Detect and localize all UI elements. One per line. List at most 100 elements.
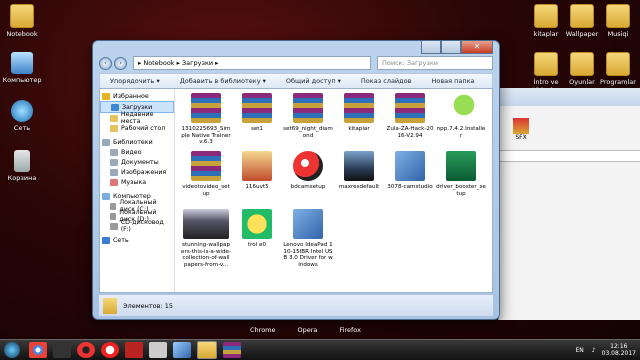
file-item[interactable]: stunning-wallpapers-this-is-a-wide-colle…	[181, 209, 231, 268]
nav-item[interactable]: Видео	[100, 147, 174, 157]
rar-icon	[242, 93, 272, 123]
share-button[interactable]: Общий доступ ▾	[276, 77, 351, 85]
nav-item-label: Изображения	[121, 168, 167, 176]
file-item[interactable]: Zula-ZA-Hack-2016-V2.94	[385, 93, 435, 139]
desktop-icon-network[interactable]: Сеть	[0, 100, 44, 132]
trash-icon	[14, 150, 30, 172]
file-item[interactable]: 116uvt5	[232, 151, 282, 191]
nav-item[interactable]: Музыка	[100, 177, 174, 187]
background-window-toolbar	[499, 88, 640, 106]
desktop-icon-notebook[interactable]: Notebook	[0, 4, 44, 38]
search-input[interactable]: Поиск: Загрузки	[377, 56, 493, 70]
folder-icon	[606, 4, 630, 28]
file-list: 1310225693_Simple Native Trainer v.6.3 se…	[175, 89, 492, 292]
file-name: maxresdefault	[338, 184, 380, 190]
file-item[interactable]: set1	[232, 93, 282, 133]
folder-icon	[570, 52, 594, 76]
forward-button[interactable]: ›	[114, 56, 127, 70]
chrome-icon[interactable]	[29, 342, 47, 358]
file-name: Zula-ZA-Hack-2016-V2.94	[386, 126, 434, 139]
desktop-icon-label: Notebook	[6, 30, 38, 38]
opera-shortcut[interactable]: Opera	[298, 326, 318, 334]
address-strip	[499, 150, 640, 162]
nav-item[interactable]: Рабочий стол	[100, 123, 174, 133]
nav-item[interactable]: Недавние места	[100, 111, 174, 125]
explorer-taskbar-icon[interactable]	[197, 341, 217, 359]
file-item[interactable]: 3078-camstudio	[385, 151, 435, 191]
explorer-window[interactable]: ✕ ‹ › ▸ Notebook ▸ Загрузки ▸ Поиск: Заг…	[92, 40, 500, 320]
file-name: set1	[250, 126, 264, 132]
desktop-icon-label: Oyunlar	[569, 78, 595, 86]
chrome-shortcut[interactable]: Chrome	[250, 326, 276, 334]
file-item[interactable]: driver_booster_setup	[436, 151, 486, 197]
desktop-icon-label: kitaplar	[533, 30, 559, 38]
minimize-button[interactable]	[421, 41, 441, 54]
address-path: ▸ Notebook ▸ Загрузки ▸	[138, 59, 219, 67]
address-row: ‹ › ▸ Notebook ▸ Загрузки ▸ Поиск: Загру…	[99, 56, 493, 70]
nav-item[interactable]: Документы	[100, 157, 174, 167]
desktop-icon-recycle-bin[interactable]: Корзина	[0, 150, 44, 182]
wallpaper-icon	[183, 209, 229, 239]
file-item[interactable]: trol e0	[232, 209, 282, 249]
nav-item[interactable]: Сеть	[100, 235, 174, 245]
rar-icon	[293, 93, 323, 123]
address-bar[interactable]: ▸ Notebook ▸ Загрузки ▸	[133, 56, 371, 70]
disk-icon	[110, 222, 118, 230]
sfx-item[interactable]: SFX	[509, 118, 533, 141]
slideshow-button[interactable]: Показ слайдов	[351, 77, 422, 85]
nav-item-label: Рабочий стол	[121, 124, 166, 132]
app-red-icon[interactable]	[125, 342, 143, 358]
file-name: 3078-camstudio	[387, 184, 433, 190]
file-item[interactable]: Lenovo IdeaPad 110-15IBR Intel USB 3.0 D…	[283, 209, 333, 268]
yandex-browser-icon[interactable]	[101, 342, 119, 358]
file-item[interactable]: maxresdefault	[334, 151, 384, 191]
nav-item-label: Видео	[121, 148, 142, 156]
nav-item[interactable]: Изображения	[100, 167, 174, 177]
back-button[interactable]: ‹	[99, 56, 112, 70]
lib-icon	[110, 148, 118, 156]
computer-icon	[11, 52, 33, 74]
file-item[interactable]: kitaplar	[334, 93, 384, 133]
app-blue-icon[interactable]	[173, 342, 191, 358]
start-button[interactable]	[4, 342, 20, 358]
nav-item[interactable]: CD-дисковод (F:)	[100, 219, 174, 233]
item-count: Элементов: 15	[123, 301, 173, 310]
desktop-shortcut-labels: Chrome Opera Firefox	[250, 326, 361, 334]
nav-item-label: Сеть	[113, 236, 129, 244]
language-indicator[interactable]: EN	[576, 347, 584, 354]
file-item[interactable]: bdcamsetup	[283, 151, 333, 191]
rar-icon	[344, 93, 374, 123]
maximize-button[interactable]	[441, 41, 461, 54]
file-item[interactable]: npp.7.4.2.Installer	[436, 93, 486, 139]
close-button[interactable]: ✕	[461, 41, 493, 54]
organize-button[interactable]: Упорядочить ▾	[100, 77, 170, 85]
background-window[interactable]: SFX	[498, 88, 640, 320]
calculator-icon[interactable]	[149, 342, 167, 358]
fol-icon	[110, 114, 118, 122]
winrar-icon[interactable]	[223, 342, 241, 358]
nav-item-label: CD-дисковод (F:)	[120, 219, 164, 233]
disk-icon	[110, 212, 117, 220]
file-item[interactable]: set69_night_diamond	[283, 93, 333, 139]
app-iv-icon[interactable]	[53, 342, 71, 358]
desktop-icon-computer[interactable]: Компьютер	[0, 52, 44, 84]
opera-icon[interactable]	[77, 342, 95, 358]
file-name: bdcamsetup	[290, 184, 326, 190]
new-folder-button[interactable]: Новая папка	[421, 77, 484, 85]
file-name: driver_booster_setup	[436, 184, 486, 197]
desktop-icon-programlar[interactable]: Programlar	[596, 52, 640, 86]
folder-icon	[10, 4, 34, 28]
nav-item[interactable]: Избранное	[100, 91, 174, 101]
clock-time: 12:16	[610, 343, 628, 350]
clock[interactable]: 12:16 03.08.2017	[602, 343, 636, 357]
file-item[interactable]: videotovideo_setup	[181, 151, 231, 197]
add-to-library-button[interactable]: Добавить в библиотеку ▾	[170, 77, 276, 85]
system-tray: EN ♪ 12:16 03.08.2017	[576, 343, 640, 357]
desktop-icon-musiqi[interactable]: Musiqi	[596, 4, 640, 38]
nav-item[interactable]: Библиотеки	[100, 137, 174, 147]
firefox-shortcut[interactable]: Firefox	[339, 326, 361, 334]
net-icon	[102, 236, 110, 244]
desktop-icon-label: Корзина	[7, 174, 37, 182]
volume-icon[interactable]: ♪	[592, 347, 596, 354]
file-item[interactable]: 1310225693_Simple Native Trainer v.6.3	[181, 93, 231, 146]
